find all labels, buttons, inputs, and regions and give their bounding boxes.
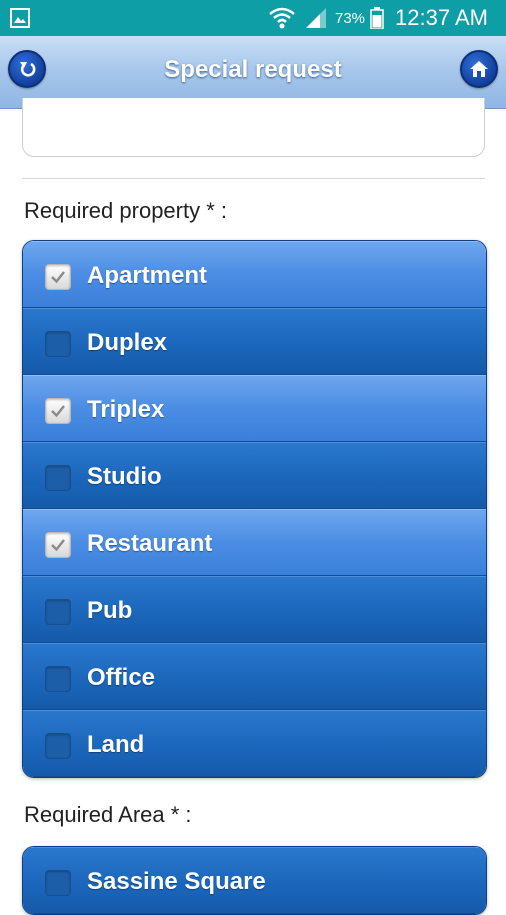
request-textarea[interactable]	[22, 98, 485, 157]
property-option-duplex[interactable]: Duplex	[23, 308, 486, 375]
required-property-label: Required property * :	[24, 198, 227, 223]
property-option-pub[interactable]: Pub	[23, 576, 486, 643]
checkbox[interactable]	[45, 666, 71, 692]
option-label: Office	[87, 664, 156, 691]
checkbox[interactable]	[45, 465, 71, 491]
property-option-triplex[interactable]: Triplex	[23, 375, 486, 442]
battery-percent: 73%	[335, 10, 366, 27]
wifi-icon	[269, 7, 295, 29]
checkmark-icon	[51, 271, 65, 284]
clock: 12:37 AM	[395, 5, 488, 30]
status-bar: 73% 12:37 AM	[0, 0, 506, 36]
home-icon	[470, 61, 488, 77]
page-title: Special request	[164, 56, 342, 83]
signal-icon	[306, 8, 326, 28]
divider	[22, 178, 485, 179]
checkbox[interactable]	[45, 599, 71, 625]
required-area-label: Required Area * :	[24, 802, 192, 827]
property-checkbox-list: Apartment Duplex Triplex Studio Restaura…	[22, 240, 487, 778]
home-button[interactable]	[460, 50, 498, 88]
checkmark-icon	[51, 405, 65, 418]
option-label: Triplex	[87, 396, 165, 423]
battery-icon	[370, 7, 384, 29]
checkbox[interactable]	[45, 264, 71, 290]
checkbox[interactable]	[45, 398, 71, 424]
option-label: Land	[87, 731, 145, 758]
option-label: Restaurant	[87, 530, 213, 557]
option-label: Sassine Square	[87, 868, 266, 895]
checkbox[interactable]	[45, 733, 71, 759]
checkbox[interactable]	[45, 331, 71, 357]
checkbox[interactable]	[45, 870, 71, 896]
property-option-restaurant[interactable]: Restaurant	[23, 509, 486, 576]
property-option-land[interactable]: Land	[23, 710, 486, 777]
area-option-sassine-square[interactable]: Sassine Square	[23, 847, 486, 914]
gallery-icon	[10, 8, 30, 28]
option-label: Pub	[87, 597, 133, 624]
option-label: Apartment	[87, 262, 208, 289]
property-option-apartment[interactable]: Apartment	[23, 241, 486, 308]
option-label: Duplex	[87, 329, 168, 356]
checkbox[interactable]	[45, 532, 71, 558]
option-label: Studio	[87, 463, 162, 490]
property-option-office[interactable]: Office	[23, 643, 486, 710]
area-checkbox-list: Sassine Square	[22, 846, 487, 915]
checkmark-icon	[51, 539, 65, 552]
property-option-studio[interactable]: Studio	[23, 442, 486, 509]
